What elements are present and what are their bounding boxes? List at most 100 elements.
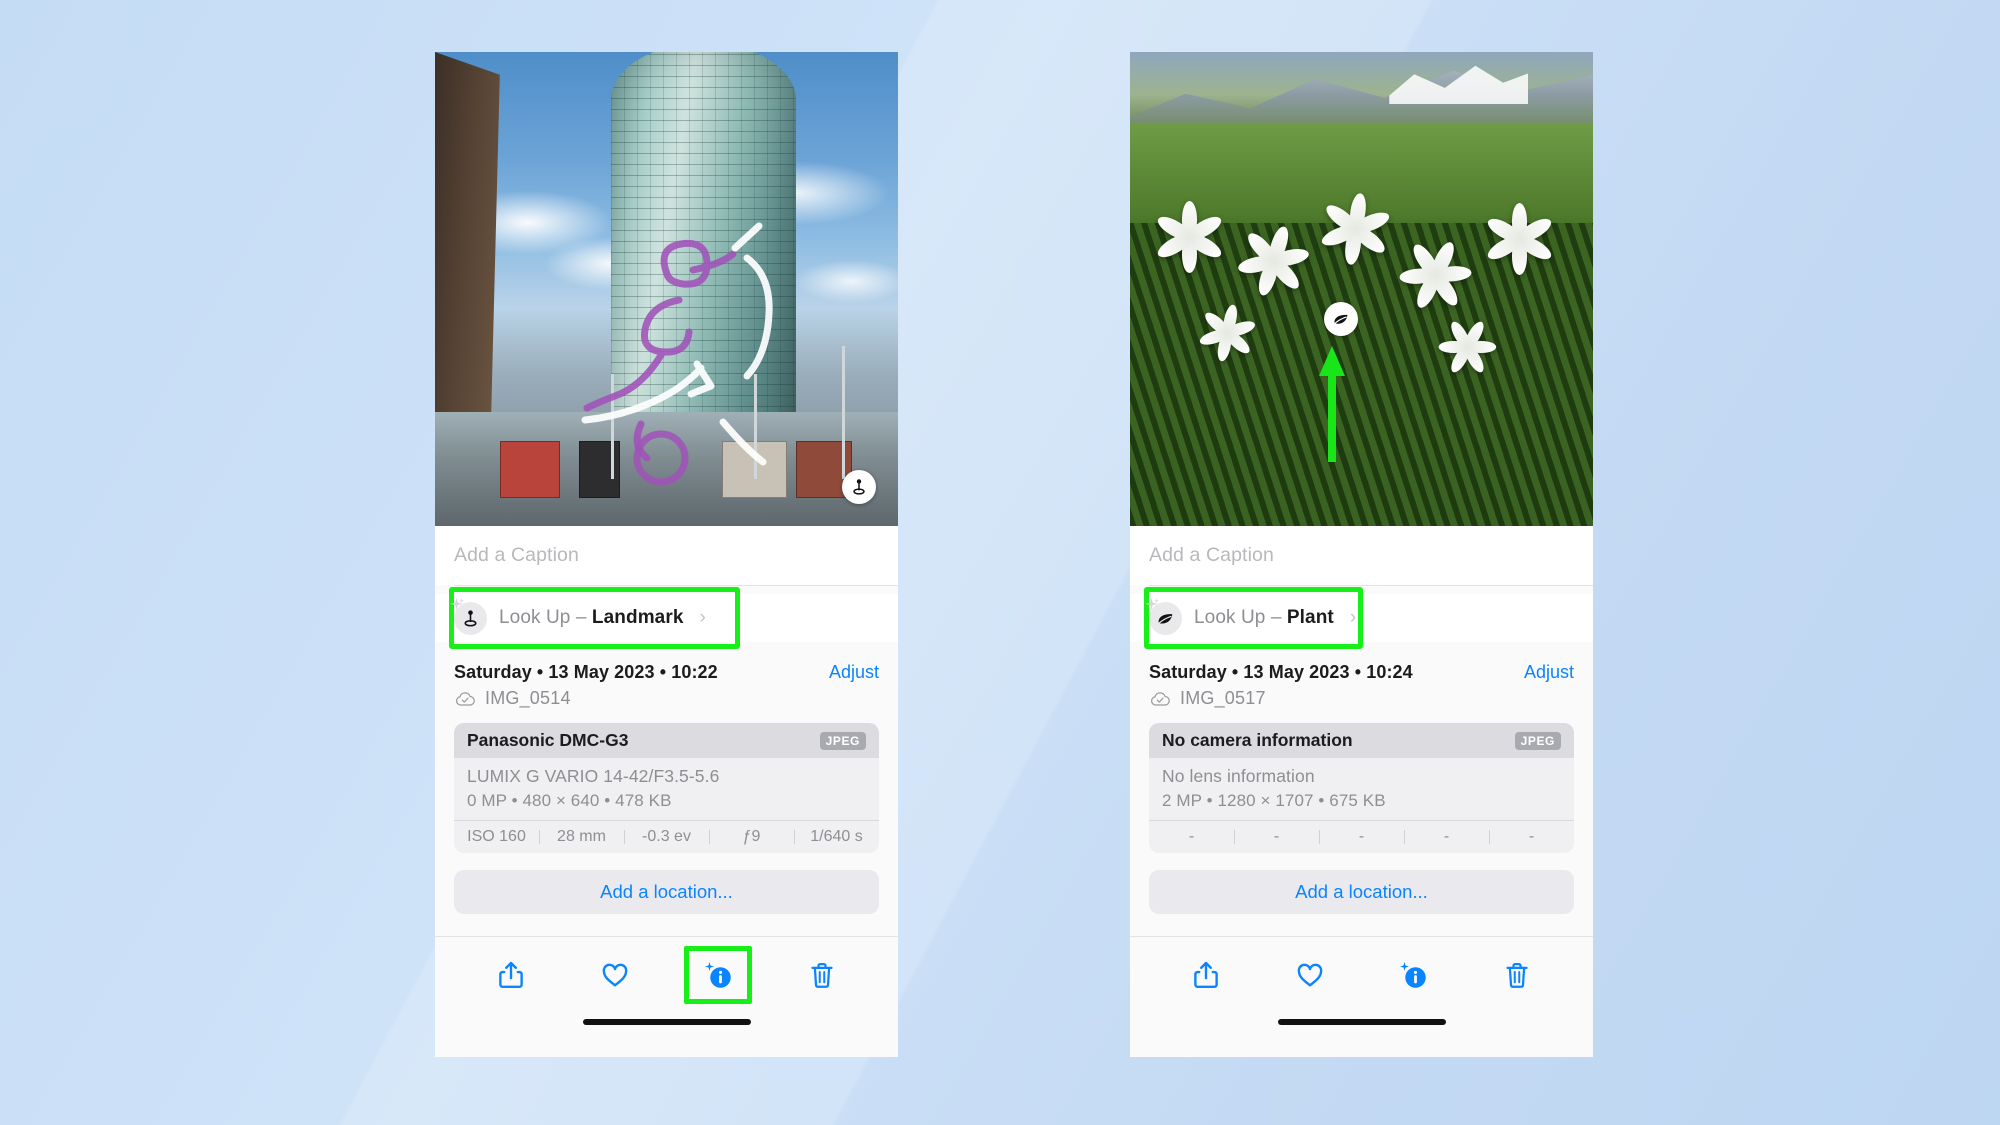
caption-input-left[interactable]: Add a Caption bbox=[435, 526, 898, 585]
capture-date: Saturday • 13 May 2023 • 10:22 bbox=[454, 662, 718, 682]
lookup-label-prefix: Look Up – bbox=[1194, 607, 1287, 628]
metadata-section-left: Saturday • 13 May 2023 • 10:22 Adjust IM… bbox=[435, 650, 898, 853]
lookup-label: Look Up – Landmark bbox=[499, 607, 684, 629]
info-button[interactable] bbox=[1387, 952, 1439, 998]
exif-focal-length: - bbox=[1234, 828, 1319, 846]
chevron-right-icon: › bbox=[1349, 607, 1357, 628]
share-icon bbox=[1194, 961, 1218, 988]
photo-lookup-badge-plant[interactable] bbox=[1324, 302, 1358, 336]
bottom-toolbar-right bbox=[1130, 937, 1593, 1013]
info-sparkle-icon bbox=[1400, 962, 1427, 988]
exif-aperture: - bbox=[1404, 828, 1489, 846]
bottom-toolbar-left bbox=[435, 937, 898, 1013]
comparison-stage: Add a Caption Look Up – Landmark › Satur… bbox=[0, 0, 2000, 1125]
camera-detail-rows: LUMIX G VARIO 14-42/F3.5-5.6 0 MP • 480 … bbox=[454, 758, 879, 820]
exif-focal-length: 28 mm bbox=[539, 828, 624, 846]
lookup-button-landmark[interactable]: Look Up – Landmark › bbox=[435, 594, 898, 642]
delete-button[interactable] bbox=[1491, 952, 1543, 998]
exif-row: ISO 160 28 mm -0.3 ev ƒ9 1/640 s bbox=[454, 820, 879, 853]
lookup-icon-container bbox=[1145, 597, 1182, 635]
green-arrow-annotation bbox=[1319, 346, 1345, 462]
photo-viewer-left[interactable] bbox=[435, 52, 898, 526]
metadata-header: Saturday • 13 May 2023 • 10:24 Adjust bbox=[1149, 662, 1574, 683]
camera-model-row: No camera information JPEG bbox=[1149, 723, 1574, 758]
image-size-info: 0 MP • 480 × 640 • 478 KB bbox=[467, 791, 672, 810]
exif-shutter-speed: 1/640 s bbox=[794, 828, 879, 846]
caption-placeholder: Add a Caption bbox=[1149, 544, 1274, 566]
filename-label: IMG_0514 bbox=[485, 688, 571, 708]
exif-shutter-speed: - bbox=[1489, 828, 1574, 846]
info-sparkle-icon bbox=[705, 962, 732, 988]
exif-aperture: ƒ9 bbox=[709, 828, 794, 846]
sparkle-icon bbox=[1145, 597, 1159, 610]
share-icon bbox=[499, 961, 523, 988]
capture-date: Saturday • 13 May 2023 • 10:24 bbox=[1149, 662, 1413, 682]
leaf-icon bbox=[1334, 314, 1348, 325]
trash-icon bbox=[811, 963, 833, 988]
lookup-section-right: Look Up – Plant › bbox=[1130, 586, 1593, 650]
favourite-button[interactable] bbox=[589, 952, 641, 998]
white-scribble-annotation bbox=[581, 222, 773, 466]
metadata-section-right: Saturday • 13 May 2023 • 10:24 Adjust IM… bbox=[1130, 650, 1593, 853]
adjust-button[interactable]: Adjust bbox=[1524, 662, 1574, 683]
exif-row: - - - - - bbox=[1149, 820, 1574, 853]
lens-info: LUMIX G VARIO 14-42/F3.5-5.6 bbox=[467, 766, 720, 786]
camera-model: No camera information bbox=[1162, 730, 1353, 750]
info-button[interactable] bbox=[684, 946, 753, 1004]
sparkle-icon bbox=[450, 597, 464, 610]
caption-input-right[interactable]: Add a Caption bbox=[1130, 526, 1593, 585]
camera-detail-rows: No lens information 2 MP • 1280 × 1707 •… bbox=[1149, 758, 1574, 820]
filename-row: IMG_0514 bbox=[454, 688, 879, 709]
add-location-button[interactable]: Add a location... bbox=[1149, 870, 1574, 914]
flower-bloom bbox=[1197, 303, 1257, 363]
heart-icon bbox=[602, 963, 627, 987]
camera-model-row: Panasonic DMC-G3 JPEG bbox=[454, 723, 879, 758]
phone-screen-right: Add a Caption Look Up – Plant › Saturday… bbox=[1130, 52, 1593, 1057]
format-badge: JPEG bbox=[1514, 731, 1561, 750]
lookup-label-subject: Landmark bbox=[591, 607, 684, 628]
snow-patch bbox=[1389, 65, 1529, 105]
icloud-check-icon bbox=[1151, 691, 1170, 706]
phone-screen-left: Add a Caption Look Up – Landmark › Satur… bbox=[435, 52, 898, 1057]
photo-lookup-badge-landmark[interactable] bbox=[842, 470, 876, 504]
format-badge: JPEG bbox=[819, 731, 866, 750]
image-size-info: 2 MP • 1280 × 1707 • 675 KB bbox=[1162, 791, 1386, 810]
landmark-icon bbox=[853, 479, 865, 495]
camera-model: Panasonic DMC-G3 bbox=[467, 730, 629, 750]
trash-icon bbox=[1506, 963, 1528, 988]
lookup-icon-container bbox=[450, 597, 487, 635]
add-location-button[interactable]: Add a location... bbox=[454, 870, 879, 914]
exif-iso: - bbox=[1188, 828, 1195, 845]
camera-info-card: Panasonic DMC-G3 JPEG LUMIX G VARIO 14-4… bbox=[454, 723, 879, 853]
filename-label: IMG_0517 bbox=[1180, 688, 1266, 708]
lookup-label: Look Up – Plant bbox=[1194, 607, 1334, 629]
home-indicator bbox=[1277, 1019, 1446, 1025]
lookup-label-prefix: Look Up – bbox=[499, 607, 592, 628]
delete-button[interactable] bbox=[796, 952, 848, 998]
flower-bloom bbox=[1482, 202, 1556, 276]
metadata-header: Saturday • 13 May 2023 • 10:22 Adjust bbox=[454, 662, 879, 683]
exif-exposure-compensation: -0.3 ev bbox=[624, 828, 709, 846]
flower-bloom bbox=[1318, 192, 1392, 266]
share-button[interactable] bbox=[1180, 952, 1232, 998]
share-button[interactable] bbox=[485, 952, 537, 998]
flower-bloom bbox=[1398, 238, 1472, 312]
caption-placeholder: Add a Caption bbox=[454, 544, 579, 566]
photo-viewer-right[interactable] bbox=[1130, 52, 1593, 526]
flower-bloom bbox=[1437, 317, 1497, 376]
flower-bloom bbox=[1152, 200, 1226, 274]
icloud-check-icon bbox=[456, 691, 475, 706]
home-indicator bbox=[582, 1019, 751, 1025]
filename-row: IMG_0517 bbox=[1149, 688, 1574, 709]
favourite-button[interactable] bbox=[1284, 952, 1336, 998]
lookup-button-plant[interactable]: Look Up – Plant › bbox=[1130, 594, 1593, 642]
exif-iso: ISO 160 bbox=[467, 828, 526, 845]
flower-bloom bbox=[1236, 224, 1311, 298]
adjust-button[interactable]: Adjust bbox=[829, 662, 879, 683]
lookup-label-subject: Plant bbox=[1286, 607, 1334, 628]
lens-info: No lens information bbox=[1162, 766, 1315, 786]
exif-exposure-compensation: - bbox=[1319, 828, 1404, 846]
camera-info-card: No camera information JPEG No lens infor… bbox=[1149, 723, 1574, 853]
lookup-section-left: Look Up – Landmark › bbox=[435, 586, 898, 650]
heart-icon bbox=[1297, 963, 1322, 987]
